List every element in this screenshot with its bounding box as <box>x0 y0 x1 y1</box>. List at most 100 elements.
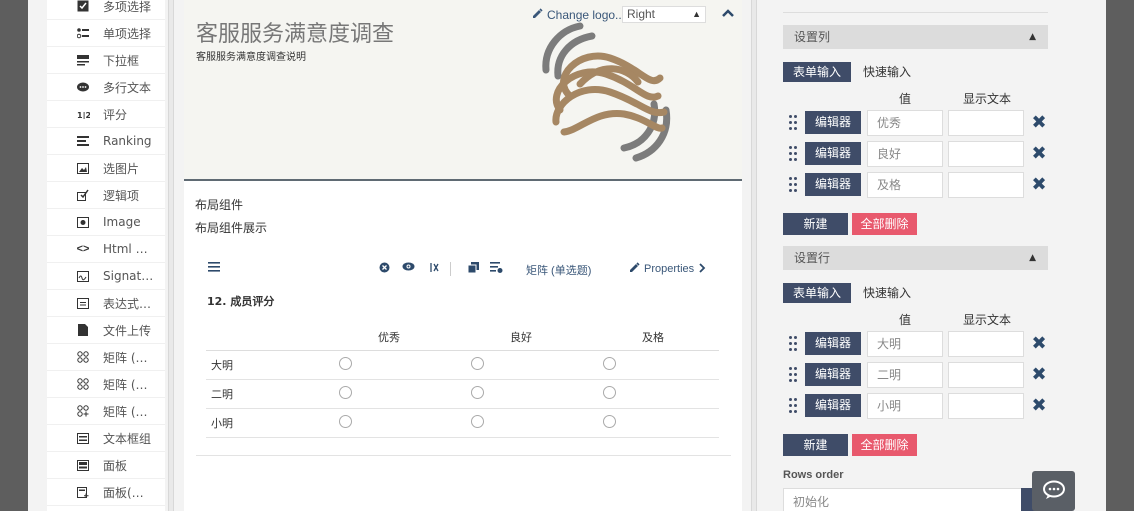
delete-x-icon[interactable]: ✖ <box>1030 364 1048 384</box>
toolbox-item-boolean[interactable]: 逻辑项 <box>47 182 165 209</box>
multiple-text-icon <box>76 432 90 444</box>
question-type-label[interactable]: 矩阵 (单选题) <box>526 262 591 278</box>
column-value-input[interactable]: 及格 <box>867 172 943 198</box>
columns-tab-form[interactable]: 表单输入 <box>783 62 852 82</box>
matrix-radio[interactable] <box>339 385 352 399</box>
matrix-radio[interactable] <box>471 356 484 370</box>
page-title[interactable]: 布局组件 <box>195 196 243 213</box>
toolbox-item-imagepicker[interactable]: 选图片 <box>47 155 165 182</box>
row-text-input[interactable] <box>948 331 1024 357</box>
chevron-right-icon <box>698 262 706 276</box>
copy-question-icon[interactable] <box>468 262 479 273</box>
expression-icon <box>76 297 90 309</box>
toolbox-item-ranking[interactable]: Ranking <box>47 128 165 155</box>
toolbox-item-comment[interactable]: 多行文本 <box>47 74 165 101</box>
survey-description[interactable]: 客服服务满意度调查说明 <box>196 48 306 63</box>
rows-order-select[interactable]: 初始化 <box>783 488 1029 511</box>
toolbox-item-matrix[interactable]: 矩阵 (… <box>47 344 165 371</box>
toolbox-item-matrix-dropdown[interactable]: 矩阵 (… <box>47 371 165 398</box>
matrix-radio[interactable] <box>603 356 616 370</box>
toolbox-item-label: 评分 <box>103 107 128 122</box>
rating-icon: 1|2|3 <box>76 108 90 120</box>
column-edit-button[interactable]: 编辑器 <box>805 173 861 196</box>
column-text-input[interactable] <box>948 141 1024 167</box>
rows-new-button[interactable]: 新建 <box>783 434 848 456</box>
drag-handle-icon[interactable] <box>789 398 798 414</box>
rows-tab-form[interactable]: 表单输入 <box>783 283 852 303</box>
drag-handle-icon[interactable] <box>789 336 798 352</box>
toolbox-item-file[interactable]: 文件上传 <box>47 317 165 344</box>
drag-handle-icon[interactable] <box>789 367 798 383</box>
drag-handle-icon[interactable] <box>789 177 798 193</box>
required-toggle-icon[interactable] <box>428 262 439 273</box>
left-resize-handle[interactable] <box>168 0 174 511</box>
toolbox-item-dropdown[interactable]: 下拉框 <box>47 47 165 74</box>
row-edit-button[interactable]: 编辑器 <box>805 363 861 386</box>
matrix-radio[interactable] <box>471 414 484 428</box>
properties-label: Properties <box>644 263 695 275</box>
rows-text-header: 显示文本 <box>963 313 1012 327</box>
toolbox-item-image[interactable]: Image <box>47 209 165 236</box>
toolbox-item-rating[interactable]: 1|2|3 评分 <box>47 101 165 128</box>
caret-up-icon: ▲ <box>1029 253 1036 263</box>
visibility-eye-icon[interactable] <box>402 262 415 271</box>
toolbox-item-signature[interactable]: Signat… <box>47 263 165 290</box>
row-item-row: 编辑器 大明 ✖ <box>783 331 1053 357</box>
toolbox-item-html[interactable]: <> Html … <box>47 236 165 263</box>
right-resize-handle[interactable] <box>751 0 757 511</box>
delete-x-icon[interactable]: ✖ <box>1030 395 1048 415</box>
columns-delete-all-button[interactable]: 全部删除 <box>852 213 917 235</box>
row-value-input[interactable]: 小明 <box>867 393 943 419</box>
column-text-input[interactable] <box>948 110 1024 136</box>
ranking-icon <box>76 135 90 147</box>
drag-menu-icon[interactable] <box>208 262 220 272</box>
toolbox-item-label: 选图片 <box>103 161 140 176</box>
row-value-input[interactable]: 二明 <box>867 362 943 388</box>
column-value-input[interactable]: 良好 <box>867 141 943 167</box>
matrix-radio[interactable] <box>603 414 616 428</box>
delete-x-icon[interactable]: ✖ <box>1030 333 1048 353</box>
matrix-column-header: 良好 <box>455 324 587 351</box>
toolbox-item-panel[interactable]: 面板 <box>47 452 165 479</box>
row-text-input[interactable] <box>948 393 1024 419</box>
row-edit-button[interactable]: 编辑器 <box>805 394 861 417</box>
delete-x-icon[interactable]: ✖ <box>1030 112 1048 132</box>
rows-tab-fast[interactable]: 快速输入 <box>863 283 911 303</box>
matrix-radio[interactable] <box>339 414 352 428</box>
column-edit-button[interactable]: 编辑器 <box>805 111 861 134</box>
drag-handle-icon[interactable] <box>789 115 798 131</box>
rows-section-header[interactable]: 设置行 ▲ <box>783 246 1048 270</box>
columns-section-header[interactable]: 设置列 ▲ <box>783 25 1048 49</box>
toolbox-item-checkbox[interactable]: 多项选择 <box>47 0 165 20</box>
properties-button[interactable]: Properties <box>629 262 706 276</box>
toolbox-item-paneldynamic[interactable]: 面板(… <box>47 479 165 506</box>
delete-x-icon[interactable]: ✖ <box>1030 174 1048 194</box>
row-value-input[interactable]: 大明 <box>867 331 943 357</box>
matrix-radio[interactable] <box>603 385 616 399</box>
matrix-question[interactable]: 矩阵 (单选题) Properties 12. 成员评分 优秀 良好 及格 大明 <box>196 252 731 456</box>
page-description[interactable]: 布局组件展示 <box>195 219 267 236</box>
column-value-input[interactable]: 优秀 <box>867 110 943 136</box>
delete-x-icon[interactable]: ✖ <box>1030 143 1048 163</box>
delete-question-icon[interactable] <box>379 262 390 273</box>
collapse-header-icon[interactable] <box>721 7 735 21</box>
rows-delete-all-button[interactable]: 全部删除 <box>852 434 917 456</box>
toolbox-item-radiogroup[interactable]: 单项选择 <box>47 20 165 47</box>
column-text-input[interactable] <box>948 172 1024 198</box>
toolbox-item-matrix-dynamic[interactable]: 矩阵 (… <box>47 398 165 425</box>
row-edit-button[interactable]: 编辑器 <box>805 332 861 355</box>
columns-tab-fast[interactable]: 快速输入 <box>863 62 911 82</box>
matrix-radio[interactable] <box>471 385 484 399</box>
survey-title[interactable]: 客服服务满意度调查 <box>196 16 394 48</box>
columns-new-button[interactable]: 新建 <box>783 213 848 235</box>
matrix-radio[interactable] <box>339 356 352 370</box>
chat-button[interactable] <box>1032 471 1075 511</box>
toolbox-item-multipletext[interactable]: 文本框组 <box>47 425 165 452</box>
toolbox-item-expression[interactable]: 表达式… <box>47 290 165 317</box>
drag-handle-icon[interactable] <box>789 146 798 162</box>
row-text-input[interactable] <box>948 362 1024 388</box>
add-to-toolbox-icon[interactable] <box>490 262 503 273</box>
column-edit-button[interactable]: 编辑器 <box>805 142 861 165</box>
toolbox-item-label: 多项选择 <box>103 0 152 14</box>
question-title[interactable]: 12. 成员评分 <box>207 293 274 309</box>
